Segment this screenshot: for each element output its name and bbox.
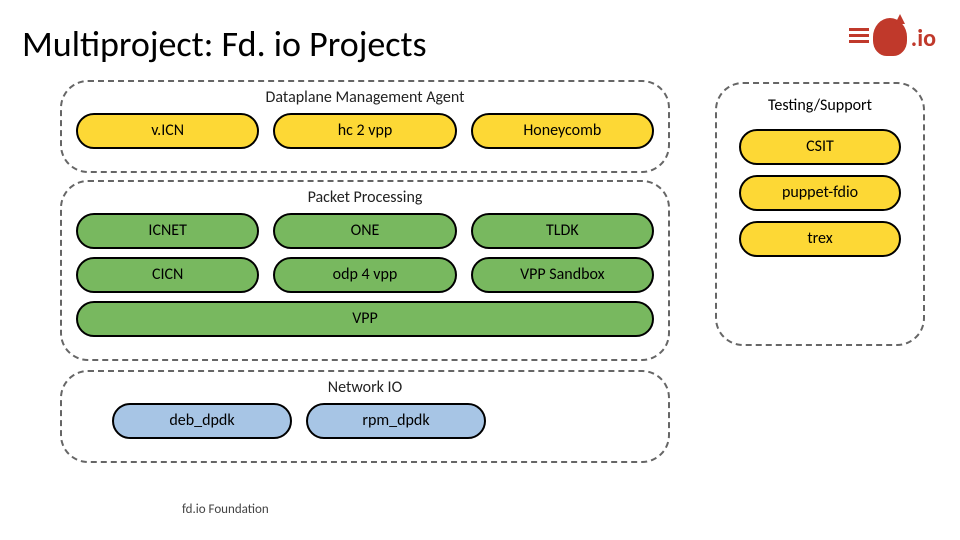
group-title-dma: Dataplane Management Agent <box>76 88 654 107</box>
group-title-ts: Testing/Support <box>731 96 909 115</box>
group-network-io: Network IO deb_dpdk rpm_dpdk <box>60 370 670 463</box>
project-odp4vpp: odp 4 vpp <box>273 257 456 293</box>
page-title: Multiproject: Fd. io Projects <box>22 22 427 66</box>
project-csit: CSIT <box>739 129 901 165</box>
fox-icon <box>849 18 907 58</box>
project-honeycomb: Honeycomb <box>471 113 654 149</box>
project-trex: trex <box>739 221 901 257</box>
group-dataplane-management-agent: Dataplane Management Agent v.ICN hc 2 vp… <box>60 80 670 173</box>
project-hc2vpp: hc 2 vpp <box>273 113 456 149</box>
logo-text: .io <box>911 24 936 53</box>
group-testing-support: Testing/Support CSIT puppet-fdio trex <box>715 82 925 346</box>
fdio-logo: .io <box>849 18 936 58</box>
project-one: ONE <box>273 213 456 249</box>
project-deb-dpdk: deb_dpdk <box>112 403 292 439</box>
project-icnet: ICNET <box>76 213 259 249</box>
group-title-nio: Network IO <box>76 378 654 397</box>
project-tldk: TLDK <box>471 213 654 249</box>
project-rpm-dpdk: rpm_dpdk <box>306 403 486 439</box>
footer-text: fd.io Foundation <box>182 502 269 517</box>
project-vpp: VPP <box>76 301 654 337</box>
project-puppet-fdio: puppet-fdio <box>739 175 901 211</box>
group-packet-processing: Packet Processing ICNET ONE TLDK CICN od… <box>60 180 670 361</box>
project-vicn: v.ICN <box>76 113 259 149</box>
project-cicn: CICN <box>76 257 259 293</box>
project-vpp-sandbox: VPP Sandbox <box>471 257 654 293</box>
group-title-pp: Packet Processing <box>76 188 654 207</box>
